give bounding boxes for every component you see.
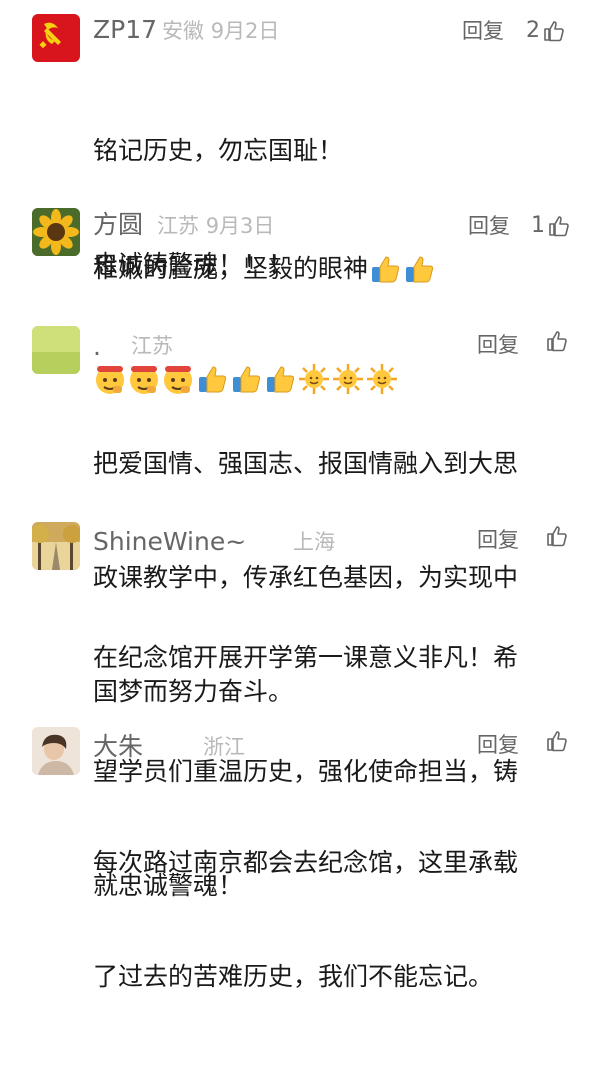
location: 江苏 xyxy=(131,334,173,358)
reply-button[interactable]: 回复 xyxy=(477,729,519,761)
reply-button[interactable]: 回复 xyxy=(477,524,519,556)
thumbs-up-icon xyxy=(547,331,567,352)
reply-button[interactable]: 回复 xyxy=(462,15,504,47)
location: 浙江 xyxy=(203,735,245,759)
comment-line: 铭记历史，勿忘国耻！ xyxy=(93,136,344,165)
like-button[interactable] xyxy=(545,729,569,753)
thumbs-up-icon xyxy=(549,216,569,237)
sunflower-image xyxy=(32,208,80,256)
comment-text: 每次路过南京都会去纪念馆，这里承载 了过去的苦难历史，我们不能忘记。 xyxy=(93,768,563,1072)
like-button[interactable] xyxy=(545,329,569,353)
comment-line: 每次路过南京都会去纪念馆，这里承载 xyxy=(93,848,519,877)
location-date: 安徽 9月2日 xyxy=(162,15,279,47)
thumbs-up-icon xyxy=(547,526,567,547)
location: 上海 xyxy=(293,530,335,554)
avatar[interactable] xyxy=(32,208,80,256)
location: 江苏 xyxy=(157,214,199,238)
username[interactable]: . xyxy=(93,331,101,363)
thumbs-up-icon xyxy=(544,21,564,42)
party-emblem-icon xyxy=(39,22,61,49)
avatar[interactable] xyxy=(32,522,80,570)
thumbs-up-emoji-icon xyxy=(406,256,434,283)
location-date: 江苏 9月3日 xyxy=(157,210,274,242)
avatar[interactable] xyxy=(32,326,80,374)
username[interactable]: ShineWine~ xyxy=(93,526,246,558)
thumbs-up-icon xyxy=(547,731,567,752)
tree-road-image xyxy=(32,522,80,570)
green-field-image xyxy=(32,326,80,374)
thumbs-up-emoji-icon xyxy=(372,256,400,283)
like-button[interactable] xyxy=(545,524,569,548)
person-photo-image xyxy=(32,727,80,775)
username[interactable]: 方圆 xyxy=(93,209,143,241)
comment-line: 把爱国情、强国志、报国情融入到大思 xyxy=(93,449,519,478)
like-count: 2 xyxy=(526,18,540,43)
reply-button[interactable]: 回复 xyxy=(477,329,519,361)
comment-line: 在纪念馆开展开学第一课意义非凡！希 xyxy=(93,643,519,672)
reply-button[interactable]: 回复 xyxy=(468,210,510,242)
avatar[interactable] xyxy=(32,727,80,775)
date: 9月3日 xyxy=(205,214,275,238)
avatar[interactable] xyxy=(32,14,80,62)
date: 9月2日 xyxy=(210,19,280,43)
location: 安徽 xyxy=(162,19,204,43)
like-button[interactable]: 1 xyxy=(531,210,571,242)
username[interactable]: ZP17 xyxy=(93,14,157,46)
comment-line: 稚嫩的脸庞，坚毅的眼神 xyxy=(93,254,369,283)
comment-line: 了过去的苦难历史，我们不能忘记。 xyxy=(93,962,494,991)
comment-text: 稚嫩的脸庞，坚毅的眼神 xyxy=(93,250,563,288)
like-count: 1 xyxy=(531,213,545,238)
like-button[interactable]: 2 xyxy=(526,15,566,47)
username[interactable]: 大朱 xyxy=(93,731,143,763)
